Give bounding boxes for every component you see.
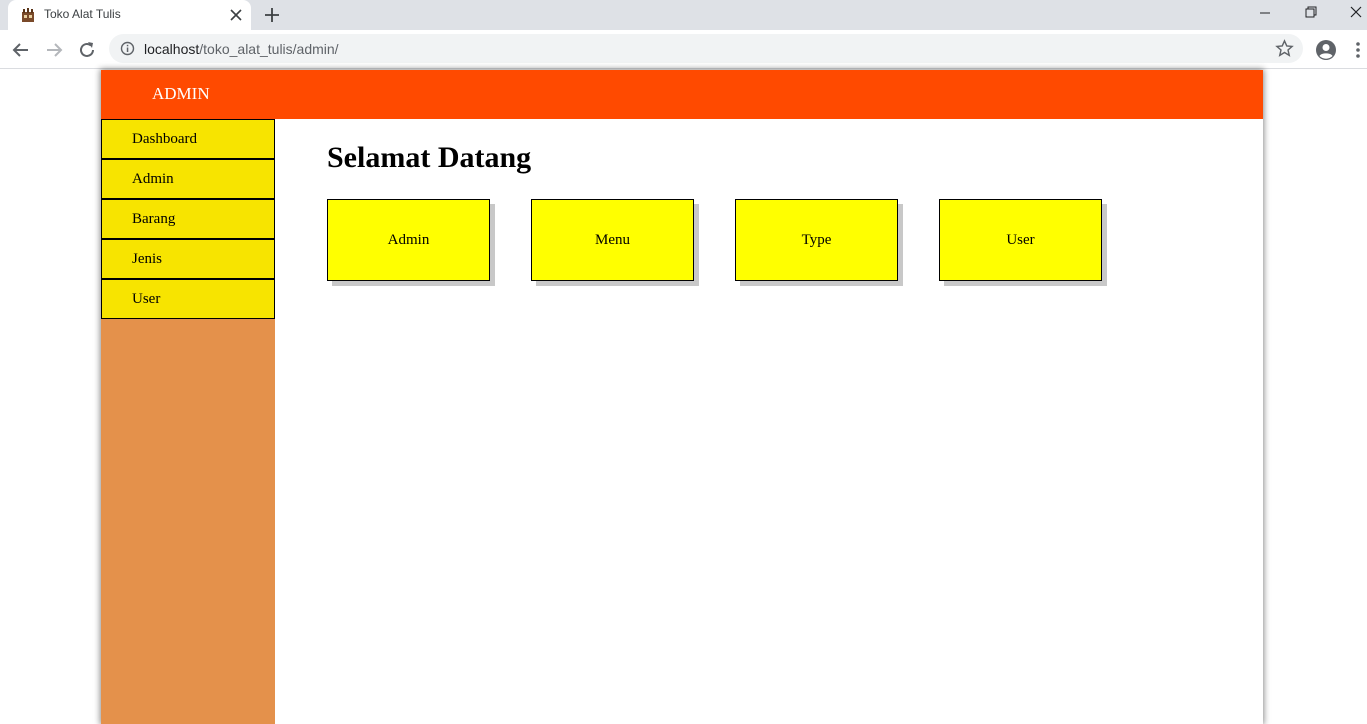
tab-title: Toko Alat Tulis — [44, 7, 121, 21]
browser-toolbar: localhost/toko_alat_tulis/admin/ — [0, 30, 1367, 69]
forward-arrow-icon[interactable] — [43, 39, 65, 61]
sidebar-item-user[interactable]: User — [101, 279, 275, 319]
back-arrow-icon[interactable] — [10, 39, 32, 61]
sidebar-item-label: Admin — [132, 171, 174, 187]
card-admin[interactable]: Admin — [327, 199, 490, 281]
sidebar-item-label: Jenis — [132, 251, 162, 267]
sidebar-item-jenis[interactable]: Jenis — [101, 239, 275, 279]
reload-icon[interactable] — [76, 39, 98, 61]
url-host: localhost — [144, 41, 200, 57]
new-tab-icon[interactable] — [262, 5, 282, 25]
sidebar-item-label: Dashboard — [132, 131, 197, 147]
address-bar[interactable]: localhost/toko_alat_tulis/admin/ — [109, 34, 1303, 63]
browser-tab[interactable]: Toko Alat Tulis — [8, 0, 251, 30]
browser-menu-icon[interactable] — [1352, 39, 1364, 61]
sidebar-item-barang[interactable]: Barang — [101, 199, 275, 239]
admin-page: ADMIN Dashboard Admin Barang Jenis User … — [101, 70, 1263, 724]
window-close-icon[interactable] — [1343, 2, 1367, 24]
header-title: ADMIN — [152, 84, 210, 103]
profile-avatar-icon[interactable] — [1314, 38, 1338, 62]
card-menu[interactable]: Menu — [531, 199, 694, 281]
minimize-icon[interactable] — [1252, 2, 1278, 24]
sidebar: Dashboard Admin Barang Jenis User — [101, 119, 275, 724]
page-header: ADMIN — [101, 70, 1263, 119]
bookmark-star-icon[interactable] — [1275, 39, 1294, 58]
main-content: Selamat Datang Admin Menu Type User — [275, 119, 1263, 724]
close-tab-icon[interactable] — [226, 5, 246, 25]
sidebar-item-label: User — [132, 291, 161, 307]
info-icon[interactable] — [120, 41, 135, 56]
sidebar-item-dashboard[interactable]: Dashboard — [101, 119, 275, 159]
browser-tabstrip: Toko Alat Tulis — [0, 0, 1367, 30]
url-text[interactable]: localhost/toko_alat_tulis/admin/ — [144, 41, 339, 57]
card-type[interactable]: Type — [735, 199, 898, 281]
page-title: Selamat Datang — [327, 141, 532, 174]
sidebar-item-label: Barang — [132, 211, 176, 227]
card-user[interactable]: User — [939, 199, 1102, 281]
url-path: /toko_alat_tulis/admin/ — [199, 41, 339, 57]
sidebar-item-admin[interactable]: Admin — [101, 159, 275, 199]
shop-favicon-icon — [22, 8, 34, 22]
restore-icon[interactable] — [1298, 2, 1324, 24]
